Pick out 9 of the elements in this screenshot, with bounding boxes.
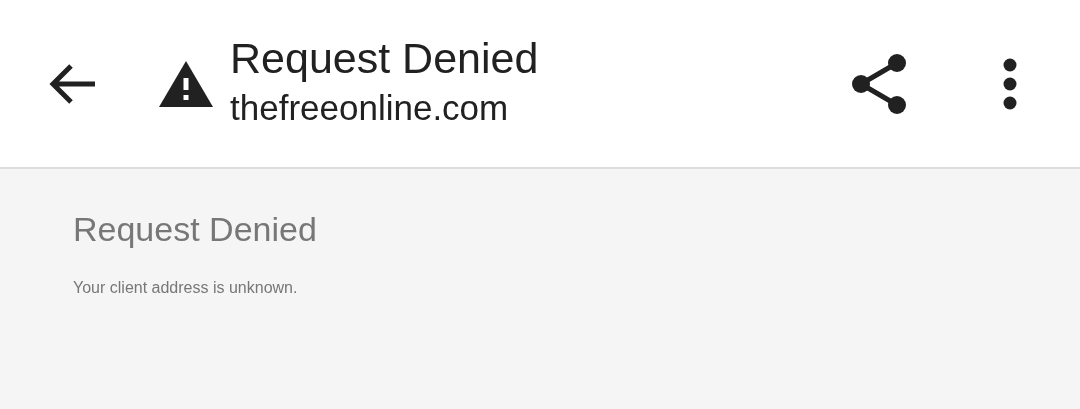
more-icon bbox=[1002, 57, 1018, 110]
page-title: Request Denied bbox=[230, 32, 539, 84]
heading: Request Denied bbox=[73, 209, 318, 249]
more-options-button[interactable] bbox=[1002, 57, 1018, 110]
share-icon bbox=[850, 52, 908, 115]
page-url: thefreeonline.com bbox=[230, 86, 510, 129]
message-text: Your client address is unknown. bbox=[73, 279, 299, 297]
warning-icon bbox=[158, 59, 214, 108]
share-button[interactable] bbox=[850, 52, 908, 115]
